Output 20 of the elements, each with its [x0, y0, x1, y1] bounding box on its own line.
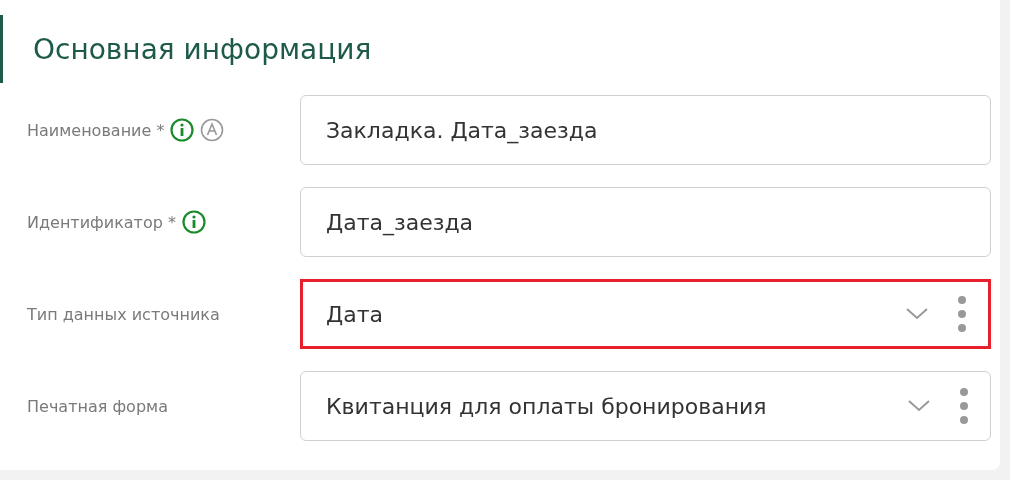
field-value: Дата	[326, 301, 384, 327]
field-label: Тип данных источника	[27, 304, 220, 324]
field-value: Квитанция для оплаты бронирования	[326, 393, 768, 419]
chevron-down-icon[interactable]	[908, 400, 930, 412]
field-label: Наименование *	[27, 120, 165, 140]
field-value: Закладка. Дата_заезда	[326, 117, 599, 143]
more-icon[interactable]	[960, 388, 968, 424]
chevron-down-icon[interactable]	[906, 308, 928, 320]
field-label: Идентификатор *	[27, 212, 176, 232]
field-label: Печатная форма	[27, 396, 168, 416]
section-title: Основная информация	[33, 32, 372, 66]
info-icon[interactable]	[181, 210, 206, 234]
more-icon[interactable]	[958, 296, 966, 332]
info-icon[interactable]	[170, 118, 195, 142]
input-field[interactable]: Дата_заезда	[300, 187, 991, 257]
letter-circle-icon[interactable]	[200, 118, 225, 142]
dropdown-field[interactable]: Квитанция для оплаты бронирования	[300, 371, 991, 441]
dropdown-field[interactable]: Дата	[300, 279, 991, 349]
input-field[interactable]: Закладка. Дата_заезда	[300, 95, 991, 165]
field-value: Дата_заезда	[326, 209, 475, 235]
